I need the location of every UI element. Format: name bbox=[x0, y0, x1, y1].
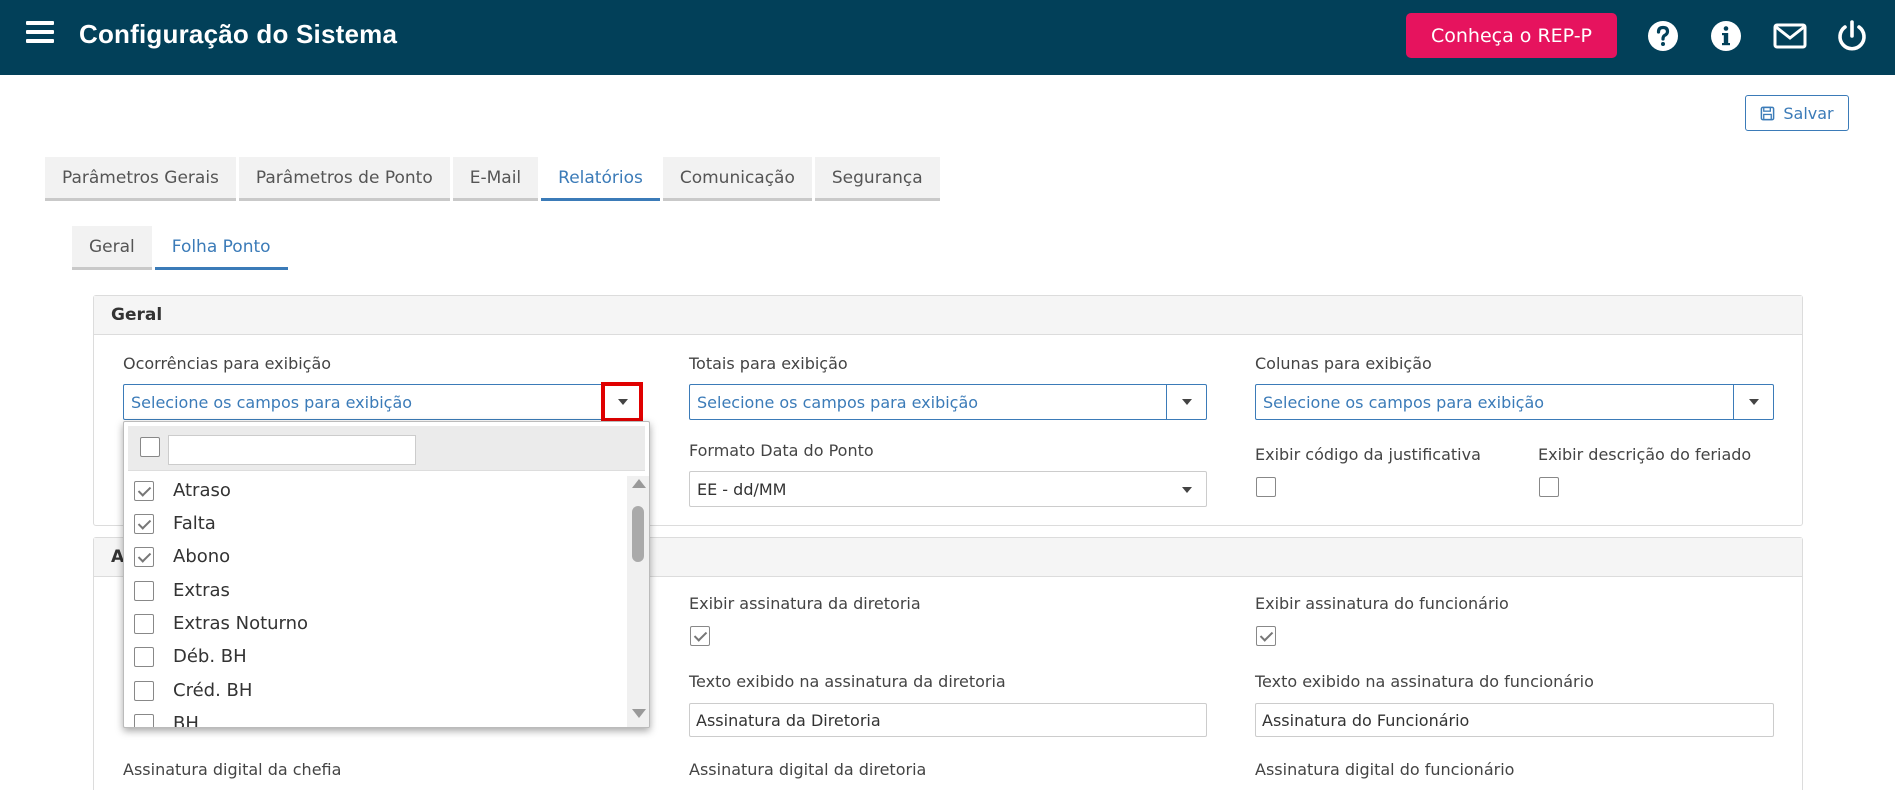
assinatura-funcionario-checkbox[interactable] bbox=[1256, 626, 1276, 646]
list-item[interactable]: BH bbox=[124, 709, 624, 728]
feriado-checkbox[interactable] bbox=[1539, 477, 1559, 497]
formato-select[interactable]: EE - dd/MM bbox=[689, 471, 1207, 507]
scroll-up-icon[interactable] bbox=[632, 479, 646, 488]
item-label: Extras Noturno bbox=[173, 613, 309, 634]
formato-value: EE - dd/MM bbox=[697, 480, 787, 499]
tab-seguranca[interactable]: Segurança bbox=[814, 157, 940, 201]
tab-comunicacao[interactable]: Comunicação bbox=[662, 157, 812, 201]
totais-placeholder: Selecione os campos para exibição bbox=[697, 393, 979, 412]
item-checkbox[interactable] bbox=[134, 647, 154, 667]
tab-email[interactable]: E-Mail bbox=[452, 157, 539, 201]
item-label: Abono bbox=[173, 546, 231, 567]
rep-p-button[interactable]: Conheça o REP-P bbox=[1406, 13, 1617, 58]
assinatura-diretoria-checkbox[interactable] bbox=[690, 626, 710, 646]
main-tabs: Parâmetros Gerais Parâmetros de Ponto E-… bbox=[45, 157, 940, 201]
digital-chefia-label: Assinatura digital da chefia bbox=[123, 760, 342, 779]
assinatura-diretoria-label: Exibir assinatura da diretoria bbox=[689, 594, 921, 613]
item-checkbox[interactable] bbox=[134, 481, 154, 501]
item-checkbox[interactable] bbox=[134, 614, 154, 634]
totais-select[interactable]: Selecione os campos para exibição bbox=[689, 384, 1207, 420]
item-label: Falta bbox=[173, 513, 216, 534]
dropdown-search-input[interactable] bbox=[168, 435, 416, 465]
feriado-label: Exibir descrição do feriado bbox=[1538, 445, 1752, 464]
colunas-label: Colunas para exibição bbox=[1255, 354, 1432, 373]
save-label: Salvar bbox=[1783, 103, 1834, 123]
texto-funcionario-input[interactable]: Assinatura do Funcionário bbox=[1255, 703, 1774, 737]
item-label: Atraso bbox=[173, 480, 231, 501]
info-icon[interactable] bbox=[1708, 18, 1744, 54]
select-all-checkbox[interactable] bbox=[140, 437, 160, 457]
dropdown-scrollbar[interactable] bbox=[627, 476, 649, 727]
texto-funcionario-label: Texto exibido na assinatura do funcionár… bbox=[1255, 672, 1594, 691]
colunas-placeholder: Selecione os campos para exibição bbox=[1263, 393, 1545, 412]
mail-icon[interactable] bbox=[1772, 18, 1808, 54]
justificativa-label: Exibir código da justificativa bbox=[1255, 445, 1481, 464]
dropdown-header bbox=[128, 426, 645, 471]
texto-diretoria-input[interactable]: Assinatura da Diretoria bbox=[689, 703, 1207, 737]
save-icon bbox=[1761, 106, 1775, 120]
highlight-outline bbox=[601, 382, 643, 422]
digital-funcionario-label: Assinatura digital do funcionário bbox=[1255, 760, 1515, 779]
item-checkbox[interactable] bbox=[134, 681, 154, 701]
list-item[interactable]: Extras bbox=[124, 576, 624, 606]
ocorrencias-label: Ocorrências para exibição bbox=[123, 354, 332, 373]
help-icon[interactable] bbox=[1645, 18, 1681, 54]
item-label: Créd. BH bbox=[173, 680, 253, 701]
item-checkbox[interactable] bbox=[134, 714, 154, 727]
colunas-dropdown-toggle[interactable] bbox=[1733, 385, 1773, 419]
list-item[interactable]: Atraso bbox=[124, 476, 624, 506]
ocorrencias-placeholder: Selecione os campos para exibição bbox=[131, 393, 413, 412]
justificativa-checkbox[interactable] bbox=[1256, 477, 1276, 497]
menu-icon[interactable] bbox=[26, 21, 54, 45]
subtab-geral[interactable]: Geral bbox=[72, 226, 152, 270]
list-item[interactable]: Abono bbox=[124, 542, 624, 572]
formato-label: Formato Data do Ponto bbox=[689, 441, 874, 460]
list-item[interactable]: Extras Noturno bbox=[124, 609, 624, 639]
ocorrencias-select[interactable]: Selecione os campos para exibição bbox=[123, 384, 643, 420]
geral-panel-title: Geral bbox=[94, 296, 1802, 335]
texto-diretoria-label: Texto exibido na assinatura da diretoria bbox=[689, 672, 1006, 691]
sub-tabs: Geral Folha Ponto bbox=[72, 226, 288, 270]
tab-relatorios[interactable]: Relatórios bbox=[541, 157, 660, 201]
tab-parametros-gerais[interactable]: Parâmetros Gerais bbox=[45, 157, 236, 201]
tab-parametros-ponto[interactable]: Parâmetros de Ponto bbox=[238, 157, 450, 201]
scroll-thumb[interactable] bbox=[632, 506, 644, 562]
assinatura-funcionario-label: Exibir assinatura do funcionário bbox=[1255, 594, 1509, 613]
list-item[interactable]: Créd. BH bbox=[124, 676, 624, 706]
item-label: BH bbox=[173, 713, 199, 728]
chevron-down-icon bbox=[1748, 399, 1759, 405]
item-label: Déb. BH bbox=[173, 646, 247, 667]
item-label: Extras bbox=[173, 580, 230, 601]
subtab-folha-ponto[interactable]: Folha Ponto bbox=[154, 226, 288, 270]
top-bar: Configuração do Sistema Conheça o REP-P bbox=[0, 0, 1895, 75]
totais-dropdown-toggle[interactable] bbox=[1166, 385, 1206, 419]
power-icon[interactable] bbox=[1834, 18, 1870, 54]
list-item[interactable]: Déb. BH bbox=[124, 642, 624, 672]
list-item[interactable]: Falta bbox=[124, 509, 624, 539]
totais-label: Totais para exibição bbox=[689, 354, 848, 373]
item-checkbox[interactable] bbox=[134, 547, 154, 567]
ocorrencias-dropdown-menu: Atraso Falta Abono Extras Extras Noturno… bbox=[123, 421, 650, 728]
item-checkbox[interactable] bbox=[134, 514, 154, 534]
item-checkbox[interactable] bbox=[134, 581, 154, 601]
digital-diretoria-label: Assinatura digital da diretoria bbox=[689, 760, 927, 779]
scroll-down-icon[interactable] bbox=[632, 709, 646, 718]
chevron-down-icon bbox=[1182, 487, 1192, 493]
page-title: Configuração do Sistema bbox=[79, 19, 398, 49]
chevron-down-icon bbox=[1181, 399, 1192, 405]
colunas-select[interactable]: Selecione os campos para exibição bbox=[1255, 384, 1774, 420]
save-button[interactable]: Salvar bbox=[1745, 95, 1849, 131]
